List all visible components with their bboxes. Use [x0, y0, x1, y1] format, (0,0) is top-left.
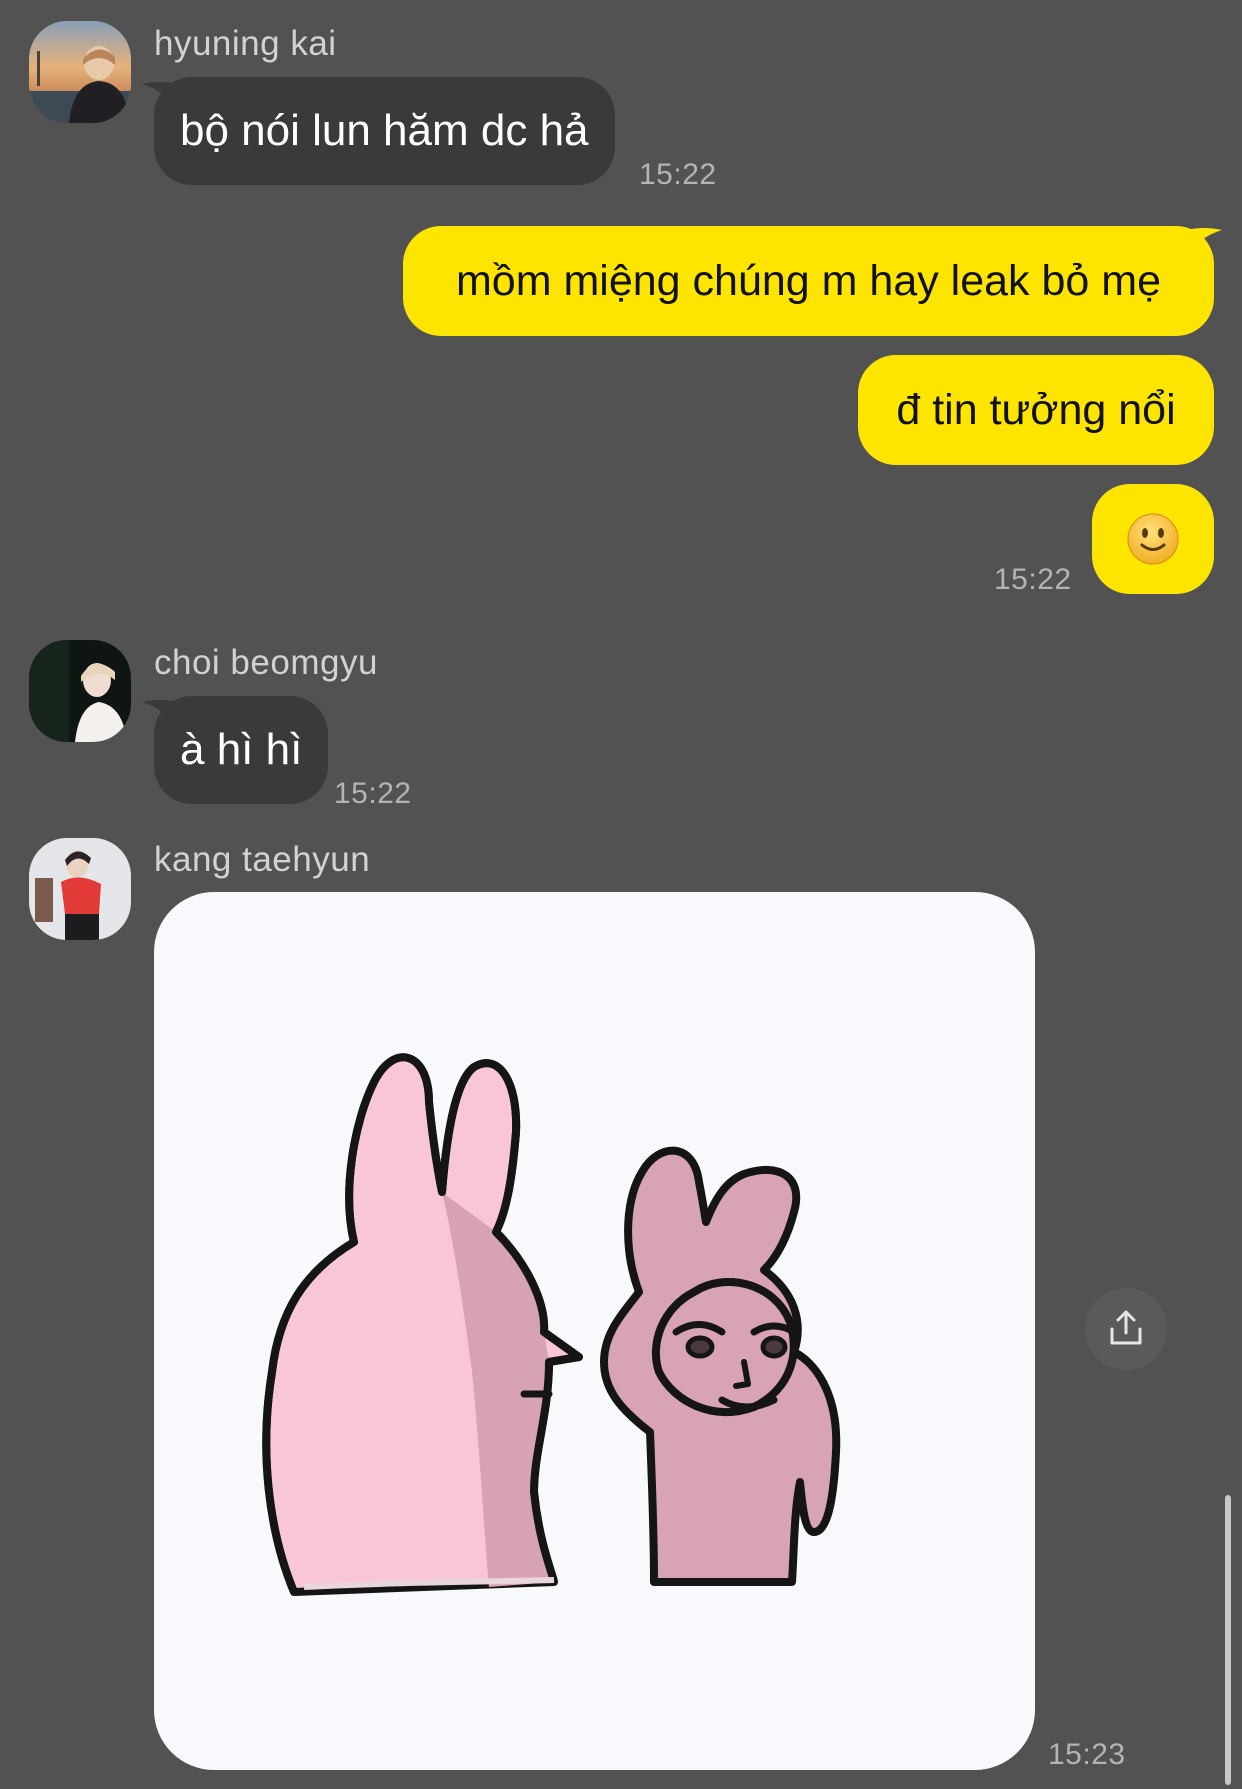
message-bubble-outgoing[interactable]: [1092, 484, 1214, 594]
message-bubble-incoming[interactable]: bộ nói lun hăm dc hả: [154, 77, 615, 185]
message-bubble-outgoing[interactable]: đ tin tưởng nổi: [858, 355, 1214, 465]
avatar-choi-beomgyu[interactable]: [29, 640, 131, 742]
message-text: à hì hì: [180, 725, 303, 774]
avatar-hyuning-kai[interactable]: [29, 21, 131, 123]
sender-name: choi beomgyu: [154, 643, 378, 682]
share-button[interactable]: [1085, 1288, 1167, 1370]
message-text: đ tin tưởng nổi: [896, 385, 1176, 434]
message-timestamp: 15:23: [1048, 1738, 1126, 1771]
sticker-image[interactable]: [154, 892, 1035, 1770]
sender-name: kang taehyun: [154, 840, 371, 879]
message-text: bộ nói lun hăm dc hả: [180, 106, 589, 155]
sender-name: hyuning kai: [154, 24, 337, 63]
pink-rabbits-sticker: [262, 1053, 841, 1596]
scrollbar[interactable]: [1225, 1495, 1231, 1785]
slightly-smiling-face-icon: [1127, 513, 1179, 565]
message-timestamp: 15:22: [994, 563, 1072, 596]
message-text: mồm miệng chúng m hay leak bỏ mẹ: [455, 256, 1162, 305]
message-timestamp: 15:22: [334, 777, 412, 810]
message-timestamp: 15:22: [639, 158, 717, 191]
share-icon: [1110, 1310, 1142, 1345]
message-bubble-incoming[interactable]: à hì hì: [154, 696, 329, 804]
message-bubble-outgoing[interactable]: mồm miệng chúng m hay leak bỏ mẹ: [403, 226, 1214, 336]
avatar-kang-taehyun[interactable]: [29, 838, 131, 940]
